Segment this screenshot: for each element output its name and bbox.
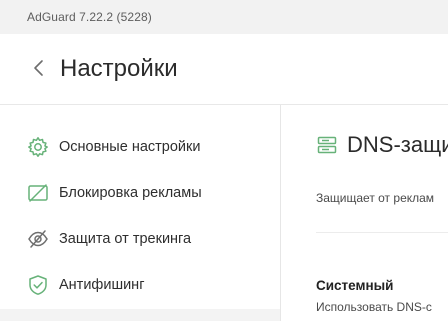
- sidebar-item-label: Защита от трекинга: [59, 231, 192, 247]
- sidebar-item-label: Блокировка рекламы: [59, 185, 202, 201]
- shield-check-icon: [27, 274, 49, 296]
- gear-icon: [27, 136, 49, 158]
- content-description: Защищает от реклам: [316, 191, 435, 205]
- chevron-left-icon: [34, 60, 43, 76]
- page-header: Настройки: [0, 34, 448, 105]
- eye-off-icon: [27, 228, 49, 250]
- content-panel: DNS-защи Защищает от реклам Системный Ис…: [281, 105, 448, 321]
- sidebar-item-label: Антифишинг: [59, 277, 145, 293]
- content-title: DNS-защи: [347, 132, 448, 157]
- divider: [316, 232, 448, 233]
- sidebar-item-general-settings[interactable]: Основные настройки: [0, 132, 280, 162]
- sidebar-item-antiphishing[interactable]: Антифишинг: [0, 270, 280, 300]
- sidebar-item-dns-protection[interactable]: [0, 309, 280, 321]
- window-title: AdGuard 7.22.2 (5228): [27, 10, 152, 24]
- dns-server-icon: [317, 134, 339, 156]
- section-subtitle: Использовать DNS-с: [316, 300, 432, 314]
- back-button[interactable]: [26, 55, 52, 81]
- settings-sidebar: Основные настройки Блокировка рекламы За…: [0, 105, 281, 321]
- window-titlebar: AdGuard 7.22.2 (5228): [0, 0, 448, 34]
- sidebar-item-tracking-protection[interactable]: Защита от трекинга: [0, 224, 280, 254]
- page-title: Настройки: [60, 55, 178, 82]
- ad-block-icon: [27, 182, 49, 204]
- content-header: DNS-защи: [317, 132, 448, 158]
- sidebar-item-ad-blocking[interactable]: Блокировка рекламы: [0, 178, 280, 208]
- sidebar-item-label: Основные настройки: [59, 139, 201, 155]
- section-title[interactable]: Системный: [316, 278, 393, 293]
